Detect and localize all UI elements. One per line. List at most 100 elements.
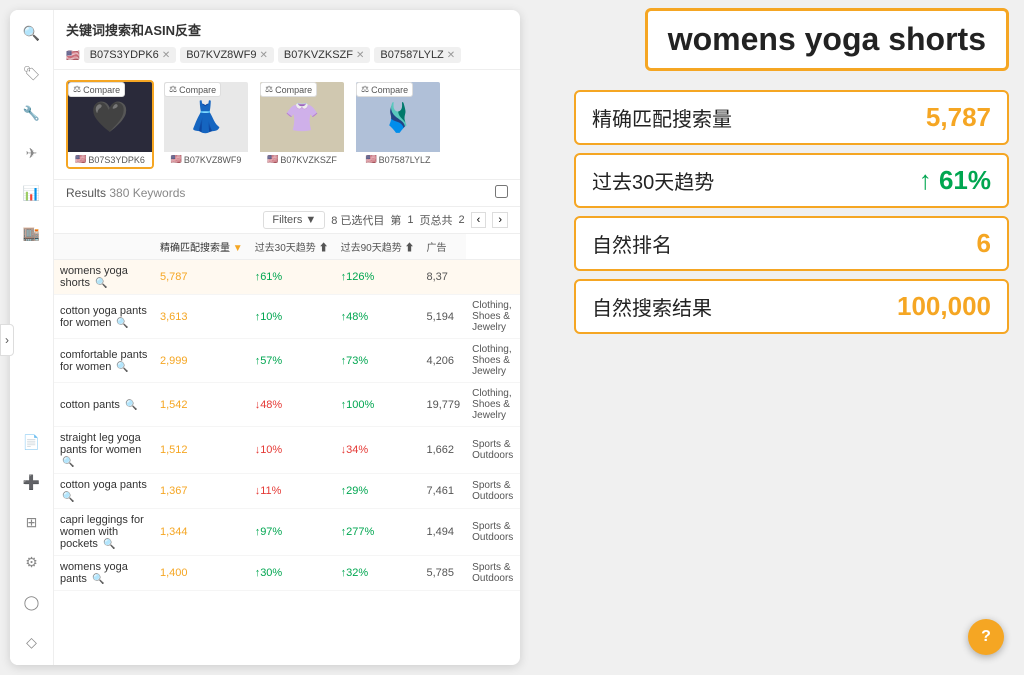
organic-cell: 100,000 xyxy=(519,474,520,509)
sidebar-icon-settings[interactable]: ⚙ xyxy=(21,551,43,573)
sidebar-icon-tools[interactable]: 🔧 xyxy=(21,102,43,124)
filter-button[interactable]: Filters ▼ xyxy=(263,211,325,229)
search-vol-cell: 1,367 xyxy=(154,474,249,509)
product-asin-3: 🇺🇸 B07587LYLZ xyxy=(356,152,440,167)
th-trend90[interactable]: 过去90天趋势 ⬆ xyxy=(335,234,421,260)
product-cards: ⚖ Compare 🖤 🇺🇸 B07S3YDPK6 ⚖ Compare 👗 xyxy=(54,70,520,180)
next-page-btn[interactable]: › xyxy=(492,212,508,228)
table-row: cotton pants 🔍 1,542 ↓48% ↑100% 19,779 C… xyxy=(54,383,520,427)
sidebar-icon-store[interactable]: 🏬 xyxy=(21,222,43,244)
trend90-cell: ↑48% xyxy=(335,295,421,339)
stat-label-organic: 自然搜索结果 xyxy=(592,292,712,321)
th-trend30[interactable]: 过去30天趋势 ⬆ xyxy=(249,234,335,260)
prev-page-btn[interactable]: ‹ xyxy=(471,212,487,228)
th-ads[interactable]: 广告 xyxy=(421,234,467,260)
search-vol-cell: 1,344 xyxy=(154,509,249,556)
trend90-cell: ↑73% xyxy=(335,339,421,383)
compare-btn-0[interactable]: ⚖ Compare xyxy=(68,82,125,97)
sidebar-icon-circle[interactable]: ◯ xyxy=(21,591,43,613)
product-asin-1: 🇺🇸 B07KVZ8WF9 xyxy=(164,152,248,167)
panel-title: 关键词搜索和ASIN反查 xyxy=(66,20,508,39)
product-card-3[interactable]: ⚖ Compare 🩱 🇺🇸 B07587LYLZ xyxy=(354,80,442,169)
ads-cell: 4,206 xyxy=(421,339,467,383)
asin-tag-0[interactable]: B07S3YDPK6 ✕ xyxy=(84,47,177,63)
panel-header: 关键词搜索和ASIN反查 🇺🇸 B07S3YDPK6 ✕ B07KVZ8WF9 … xyxy=(54,10,520,70)
compare-btn-2[interactable]: ⚖ Compare xyxy=(260,82,317,97)
sidebar-icon-document[interactable]: 📄 xyxy=(21,431,43,453)
trend30-cell: ↑97% xyxy=(249,509,335,556)
checkbox-area[interactable] xyxy=(495,185,508,201)
remove-tag-0[interactable]: ✕ xyxy=(162,50,170,61)
filter-bar: Filters ▼ 8 已选代目 第 1 页总共 2 ‹ › xyxy=(54,207,520,234)
keyword-cell: capri leggings for women with pockets 🔍 xyxy=(54,509,154,556)
content-area: 关键词搜索和ASIN反查 🇺🇸 B07S3YDPK6 ✕ B07KVZ8WF9 … xyxy=(54,10,520,665)
search-vol-cell: 1,512 xyxy=(154,427,249,474)
organic-cell: 70,000 xyxy=(519,509,520,556)
page-num: 1 xyxy=(407,214,413,226)
category-cell: Sports & Outdoors xyxy=(466,427,519,474)
sidebar-icon-grid[interactable]: ⊞ xyxy=(21,511,43,533)
table-row: capri leggings for women with pockets 🔍 … xyxy=(54,509,520,556)
main-panel: 🔍 🏷 🔧 ✈ 📊 🏬 📄 ➕ ⊞ ⚙ ◯ ◇ 关键词搜索和ASIN反查 🇺🇸 xyxy=(10,10,520,665)
compare-btn-1[interactable]: ⚖ Compare xyxy=(164,82,221,97)
search-title-box: womens yoga shorts xyxy=(645,8,1009,71)
product-card-2[interactable]: ⚖ Compare 👚 🇺🇸 B07KVZKSZF xyxy=(258,80,346,169)
stat-value-rank: 6 xyxy=(977,228,991,259)
sidebar: 🔍 🏷 🔧 ✈ 📊 🏬 📄 ➕ ⊞ ⚙ ◯ ◇ xyxy=(10,10,54,665)
stat-box-organic: 自然搜索结果 100,000 xyxy=(574,279,1009,334)
expand-button[interactable]: › xyxy=(0,324,14,356)
remove-tag-1[interactable]: ✕ xyxy=(260,50,268,61)
asin-tag-3[interactable]: B07587LYLZ ✕ xyxy=(374,47,461,63)
table-row: womens yoga pants 🔍 1,400 ↑30% ↑32% 5,78… xyxy=(54,556,520,591)
product-card-1[interactable]: ⚖ Compare 👗 🇺🇸 B07KVZ8WF9 xyxy=(162,80,250,169)
help-button[interactable]: ? xyxy=(968,619,1004,655)
stat-value-exact: 5,787 xyxy=(926,102,991,133)
page-total: 2 xyxy=(459,214,465,226)
ads-cell: 5,194 xyxy=(421,295,467,339)
table-wrapper: 精确匹配搜索量 ▼ 过去30天趋势 ⬆ 过去90天趋势 ⬆ 广告 womens … xyxy=(54,234,520,665)
table-row: womens yoga shorts 🔍 5,787 ↑61% ↑126% 8,… xyxy=(54,260,520,295)
keyword-cell: comfortable pants for women 🔍 xyxy=(54,339,154,383)
product-asin-2: 🇺🇸 B07KVZKSZF xyxy=(260,152,344,167)
trend30-cell: ↓10% xyxy=(249,427,335,474)
keyword-cell: cotton yoga pants 🔍 xyxy=(54,474,154,509)
stats-column: 精确匹配搜索量 5,787 过去30天趋势 ↑ 61% 自然排名 6 自然搜索结… xyxy=(574,90,1009,334)
table-header-row: 精确匹配搜索量 ▼ 过去30天趋势 ⬆ 过去90天趋势 ⬆ 广告 xyxy=(54,234,520,260)
sidebar-icon-chart[interactable]: 📊 xyxy=(21,182,43,204)
stat-box-rank: 自然排名 6 xyxy=(574,216,1009,271)
table-row: cotton yoga pants 🔍 1,367 ↓11% ↑29% 7,46… xyxy=(54,474,520,509)
trend90-cell: ↑100% xyxy=(335,383,421,427)
organic-cell: 50,000 xyxy=(519,427,520,474)
sidebar-icon-send[interactable]: ✈ xyxy=(21,142,43,164)
compare-btn-3[interactable]: ⚖ Compare xyxy=(356,82,413,97)
tag-row: 🇺🇸 B07S3YDPK6 ✕ B07KVZ8WF9 ✕ B07KVZKSZF … xyxy=(66,47,508,63)
table-row: straight leg yoga pants for women 🔍 1,51… xyxy=(54,427,520,474)
remove-tag-2[interactable]: ✕ xyxy=(356,50,364,61)
search-vol-cell: 1,400 xyxy=(154,556,249,591)
ads-cell: 1,662 xyxy=(421,427,467,474)
page-label: 第 xyxy=(390,212,401,228)
th-exact-vol[interactable]: 精确匹配搜索量 ▼ xyxy=(154,234,249,260)
search-vol-cell: 2,999 xyxy=(154,339,249,383)
results-bar: Results 380 Keywords xyxy=(54,180,520,207)
sidebar-icon-tag[interactable]: 🏷 xyxy=(21,62,43,84)
remove-tag-3[interactable]: ✕ xyxy=(447,50,455,61)
product-asin-0: 🇺🇸 B07S3YDPK6 xyxy=(68,152,152,167)
keyword-cell: womens yoga pants 🔍 xyxy=(54,556,154,591)
table-body: womens yoga shorts 🔍 5,787 ↑61% ↑126% 8,… xyxy=(54,260,520,591)
organic-cell: 100,000 xyxy=(519,383,520,427)
sidebar-icon-plus[interactable]: ➕ xyxy=(21,471,43,493)
sidebar-icon-diamond[interactable]: ◇ xyxy=(21,631,43,653)
stat-box-exact-match: 精确匹配搜索量 5,787 xyxy=(574,90,1009,145)
product-card-0[interactable]: ⚖ Compare 🖤 🇺🇸 B07S3YDPK6 xyxy=(66,80,154,169)
asin-tag-2[interactable]: B07KVZKSZF ✕ xyxy=(278,47,370,63)
select-all-checkbox[interactable] xyxy=(495,185,508,198)
ads-cell: 7,461 xyxy=(421,474,467,509)
ads-cell: 1,494 xyxy=(421,509,467,556)
sidebar-icon-search[interactable]: 🔍 xyxy=(21,22,43,44)
search-title-text: womens yoga shorts xyxy=(668,21,986,57)
category-cell: Sports & Outdoors xyxy=(466,474,519,509)
trend30-cell: ↑10% xyxy=(249,295,335,339)
asin-tag-1[interactable]: B07KVZ8WF9 ✕ xyxy=(180,47,274,63)
keyword-cell: cotton yoga pants for women 🔍 xyxy=(54,295,154,339)
